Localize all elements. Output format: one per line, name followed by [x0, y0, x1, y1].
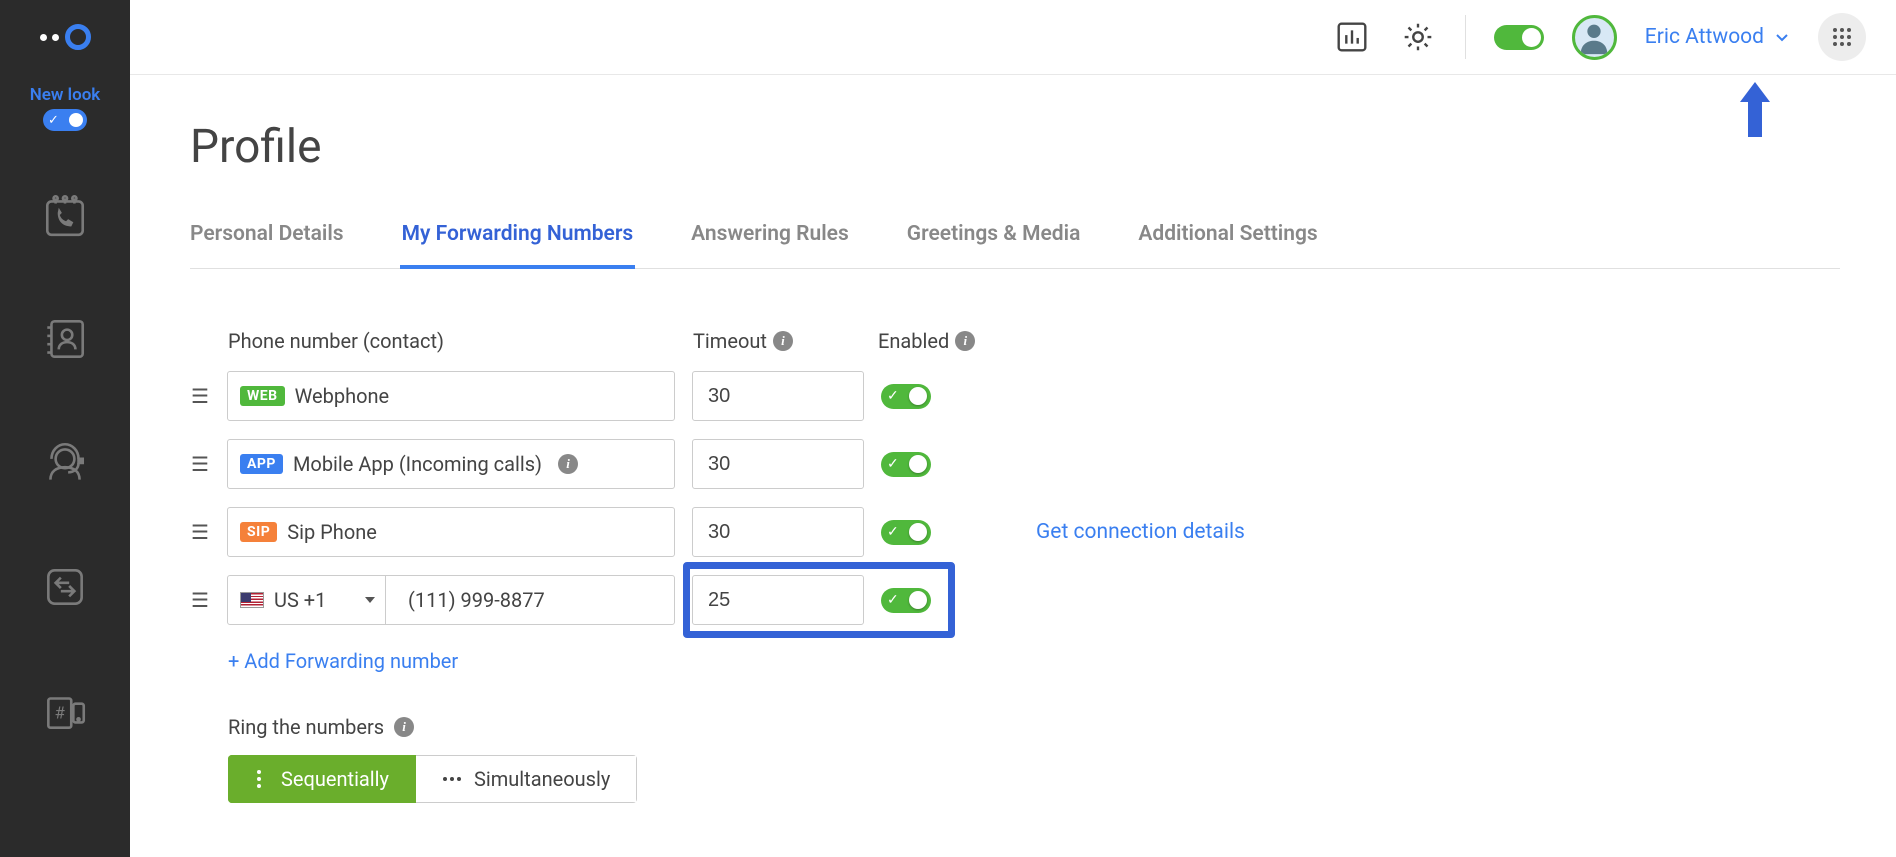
forwarding-row: ☰ APP Mobile App (Incoming calls) i ✓	[190, 439, 1896, 489]
country-code-label: US +1	[274, 588, 326, 612]
drag-handle-icon[interactable]: ☰	[190, 384, 210, 408]
chevron-down-icon	[1774, 29, 1790, 45]
new-look-toggle[interactable]: ✓	[43, 109, 87, 131]
col-timeout: Timeout i	[693, 329, 878, 353]
transfer-call-icon[interactable]	[40, 562, 90, 616]
forwarding-row: ☰ SIP Sip Phone ✓ Get connection details	[190, 507, 1896, 557]
col-enabled: Enabled i	[878, 329, 975, 353]
new-look-block: New look ✓	[30, 85, 101, 135]
info-icon[interactable]: i	[955, 331, 975, 351]
timeout-input[interactable]	[692, 439, 864, 489]
contact-label: Webphone	[295, 384, 390, 408]
ring-numbers-label: Ring the numbers i	[228, 715, 1896, 739]
svg-text:#: #	[55, 704, 66, 723]
forwarding-row-custom: ☰ US +1 ✓	[190, 575, 1896, 625]
info-icon[interactable]: i	[394, 717, 414, 737]
enabled-toggle[interactable]: ✓	[881, 452, 931, 477]
column-headers: Phone number (contact) Timeout i Enabled…	[228, 329, 1896, 353]
timeout-input[interactable]	[692, 575, 864, 625]
timeout-input[interactable]	[692, 371, 864, 421]
dropdown-arrow-icon	[365, 597, 375, 603]
enabled-toggle[interactable]: ✓	[881, 384, 931, 409]
info-icon[interactable]: i	[773, 331, 793, 351]
drag-handle-icon[interactable]: ☰	[190, 452, 210, 476]
topbar: Eric Attwood	[130, 0, 1896, 75]
connection-details-link[interactable]: Get connection details	[1036, 520, 1245, 544]
app-badge: APP	[240, 454, 283, 474]
simultaneously-button[interactable]: Simultaneously	[416, 755, 637, 803]
ring-mode-group: Sequentially Simultaneously	[228, 755, 637, 803]
agent-headset-icon[interactable]	[40, 438, 90, 492]
analytics-icon[interactable]	[1333, 18, 1371, 56]
sidebar: New look ✓	[0, 0, 130, 857]
web-badge: WEB	[240, 386, 285, 406]
enabled-toggle[interactable]: ✓	[881, 520, 931, 545]
user-menu[interactable]: Eric Attwood	[1645, 25, 1790, 49]
page-title: Profile	[190, 120, 1896, 174]
app-logo	[40, 24, 91, 50]
add-forwarding-link[interactable]: + Add Forwarding number	[228, 649, 458, 673]
profile-tabs: Personal Details My Forwarding Numbers A…	[190, 222, 1840, 269]
contact-display: WEB Webphone	[227, 371, 675, 421]
tab-forwarding-numbers[interactable]: My Forwarding Numbers	[402, 222, 634, 268]
tab-greetings-media[interactable]: Greetings & Media	[907, 222, 1081, 268]
calendar-phone-icon[interactable]	[40, 190, 90, 244]
sequential-icon	[255, 769, 269, 789]
forwarding-row: ☰ WEB Webphone ✓	[190, 371, 1896, 421]
contact-display: APP Mobile App (Incoming calls) i	[227, 439, 675, 489]
settings-gear-icon[interactable]	[1399, 18, 1437, 56]
phone-number-input[interactable]	[396, 588, 674, 612]
main-content: Profile Personal Details My Forwarding N…	[190, 120, 1896, 803]
user-avatar[interactable]	[1572, 15, 1617, 60]
contact-display: SIP Sip Phone	[227, 507, 675, 557]
timeout-input[interactable]	[692, 507, 864, 557]
info-icon[interactable]: i	[558, 454, 578, 474]
availability-toggle[interactable]	[1494, 25, 1544, 50]
contacts-icon[interactable]	[40, 314, 90, 368]
contact-label: Mobile App (Incoming calls)	[293, 452, 542, 476]
country-code-select[interactable]: US +1	[228, 576, 386, 624]
drag-handle-icon[interactable]: ☰	[190, 588, 210, 612]
us-flag-icon	[240, 592, 264, 608]
contact-input-group: US +1	[227, 575, 675, 625]
tab-personal-details[interactable]: Personal Details	[190, 222, 344, 268]
user-name-label: Eric Attwood	[1645, 25, 1764, 49]
contact-label: Sip Phone	[287, 520, 377, 544]
tab-answering-rules[interactable]: Answering Rules	[691, 222, 849, 268]
hash-phone-icon[interactable]: #	[40, 686, 90, 740]
sequentially-button[interactable]: Sequentially	[228, 755, 416, 803]
new-look-label: New look	[30, 85, 101, 105]
enabled-toggle[interactable]: ✓	[881, 588, 931, 613]
apps-grid-button[interactable]	[1818, 13, 1866, 61]
col-phone: Phone number (contact)	[228, 329, 693, 353]
tab-additional-settings[interactable]: Additional Settings	[1138, 222, 1317, 268]
drag-handle-icon[interactable]: ☰	[190, 520, 210, 544]
sip-badge: SIP	[240, 522, 277, 542]
simultaneous-icon	[442, 772, 462, 786]
